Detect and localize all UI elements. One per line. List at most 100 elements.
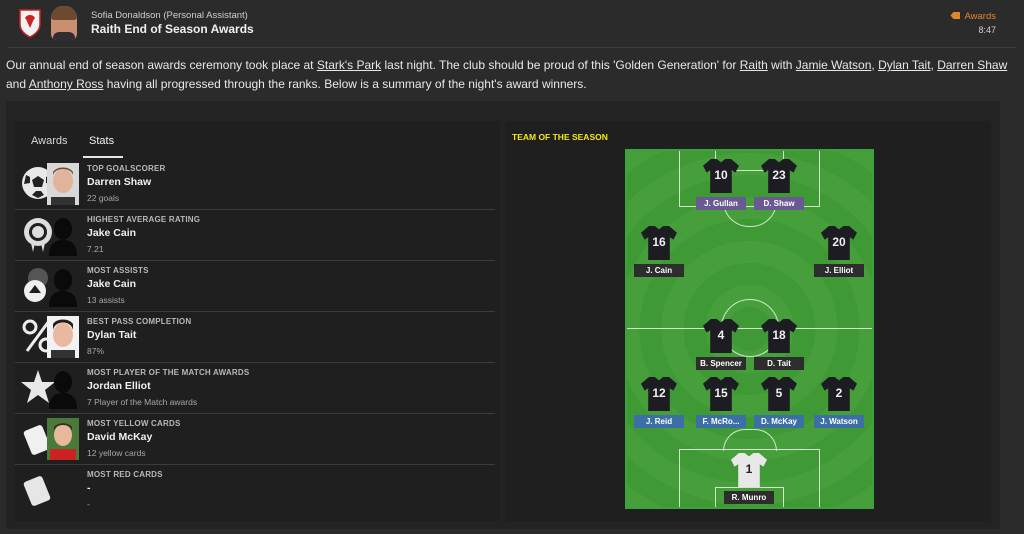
stat-player-name[interactable]: -	[87, 482, 91, 494]
shirt-number: 4	[717, 328, 725, 342]
pitch: 10 J. Gullan 23 D. Shaw 16 J. Cain 20 J. Elliot…	[625, 149, 874, 509]
pitch-player[interactable]: 16 J. Cain	[631, 226, 687, 278]
sender-name: Sofia Donaldson (Personal Assistant)	[91, 10, 248, 21]
player-picture[interactable]	[47, 367, 79, 409]
pitch-player[interactable]: 2 J. Watson	[811, 377, 867, 429]
player-picture[interactable]	[47, 316, 79, 358]
stat-value: 7.21	[87, 244, 104, 254]
stats-list: Top Goalscorer Darren Shaw 22 goals Highest…	[15, 159, 495, 516]
shirt-number: 12	[652, 386, 666, 400]
message-subject: Raith End of Season Awards	[91, 22, 254, 36]
awards-tag-label: Awards	[964, 11, 996, 22]
message-time: 8:47	[978, 25, 996, 35]
intro-text: last night. The club should be proud of …	[381, 58, 740, 72]
pitch-player[interactable]: 5 D. McKay	[751, 377, 807, 429]
stat-player-name[interactable]: Jordan Elliot	[87, 380, 151, 392]
player-link-ross[interactable]: Anthony Ross	[29, 77, 104, 91]
stat-row[interactable]: Most Red Cards - -	[15, 465, 495, 516]
player-name-label[interactable]: D. Tait	[754, 357, 804, 370]
shirt-icon: 23	[761, 159, 797, 193]
player-picture[interactable]	[47, 163, 79, 205]
shirt-number: 15	[714, 386, 728, 400]
intro-text: with	[767, 58, 796, 72]
intro-text: and	[6, 77, 29, 91]
pitch-player[interactable]: 12 J. Reid	[631, 377, 687, 429]
stat-category: Most Red Cards	[87, 470, 163, 479]
player-name-label[interactable]: D. Shaw	[754, 197, 804, 210]
stat-category: Most Assists	[87, 266, 149, 275]
stat-value: 13 assists	[87, 295, 125, 305]
pitch-player[interactable]: 10 J. Gullan	[693, 159, 749, 211]
stat-category: Most Player of the Match Awards	[87, 368, 250, 377]
intro-text: having all progressed through the ranks.…	[103, 77, 587, 91]
team-of-season-title: TEAM OF THE SEASON	[512, 132, 608, 142]
player-name-label[interactable]: J. Reid	[634, 415, 684, 428]
sender-avatar	[51, 6, 77, 40]
tag-icon	[950, 12, 961, 19]
player-name-label[interactable]: F. McRo...	[696, 415, 746, 428]
stat-row[interactable]: Best Pass Completion Dylan Tait 87%	[15, 312, 495, 363]
tab-stats[interactable]: Stats	[89, 135, 114, 147]
shirt-number: 2	[835, 386, 843, 400]
bottom-penalty-arc	[723, 429, 777, 451]
stat-value: -	[87, 499, 90, 509]
shirt-icon: 15	[703, 377, 739, 411]
stat-player-name[interactable]: Dylan Tait	[87, 329, 136, 341]
pitch-player[interactable]: 23 D. Shaw	[751, 159, 807, 211]
shirt-icon: 4	[703, 319, 739, 353]
player-picture[interactable]	[47, 265, 79, 307]
pitch-player[interactable]: 15 F. McRo...	[693, 377, 749, 429]
player-name-label[interactable]: J. Cain	[634, 264, 684, 277]
tab-awards[interactable]: Awards	[31, 135, 67, 147]
player-link-tait[interactable]: Dylan Tait	[878, 58, 930, 72]
stat-row[interactable]: Most Yellow Cards David McKay 12 yellow ca…	[15, 414, 495, 465]
stat-player-name[interactable]: Jake Cain	[87, 227, 136, 239]
player-link-watson[interactable]: Jamie Watson	[796, 58, 872, 72]
shirt-number: 5	[775, 386, 783, 400]
shirt-number: 20	[832, 235, 846, 249]
divider	[8, 47, 1016, 48]
shirt-icon: 1	[731, 453, 767, 487]
stat-row[interactable]: Most Assists Jake Cain 13 assists	[15, 261, 495, 312]
player-picture[interactable]	[47, 418, 79, 460]
shirt-number: 18	[772, 328, 786, 342]
stat-value: 87%	[87, 346, 105, 356]
awards-tag[interactable]: Awards	[950, 11, 996, 22]
stat-row[interactable]: Highest Average Rating Jake Cain 7.21	[15, 210, 495, 261]
player-name-label[interactable]: R. Munro	[724, 491, 774, 504]
pitch-player[interactable]: 4 B. Spencer	[693, 319, 749, 371]
player-name-label[interactable]: B. Spencer	[696, 357, 746, 370]
shirt-icon: 18	[761, 319, 797, 353]
stat-category: Most Yellow Cards	[87, 419, 181, 428]
player-name-label[interactable]: J. Watson	[814, 415, 864, 428]
pitch-player[interactable]: 18 D. Tait	[751, 319, 807, 371]
shirt-number: 16	[652, 235, 666, 249]
team-of-season-card: TEAM OF THE SEASON 10 J. Gullan 23 D. Shaw 1…	[505, 121, 990, 521]
stat-category: Best Pass Completion	[87, 317, 192, 326]
stadium-link[interactable]: Stark's Park	[317, 58, 381, 72]
player-name-label[interactable]: J. Elliot	[814, 264, 864, 277]
stat-player-name[interactable]: Jake Cain	[87, 278, 136, 290]
player-picture[interactable]	[47, 214, 79, 256]
stat-player-name[interactable]: David McKay	[87, 431, 152, 443]
shirt-number: 1	[745, 462, 753, 476]
player-link-shaw[interactable]: Darren Shaw	[937, 58, 1007, 72]
shirt-icon: 12	[641, 377, 677, 411]
stat-row[interactable]: Most Player of the Match Awards Jordan El…	[15, 363, 495, 414]
message-body: Our annual end of season awards ceremony…	[6, 56, 1018, 94]
player-name-label[interactable]: D. McKay	[754, 415, 804, 428]
shirt-icon: 10	[703, 159, 739, 193]
stat-value: 7 Player of the Match awards	[87, 397, 198, 407]
awards-tabs: Awards Stats	[15, 121, 500, 159]
stat-value: 22 goals	[87, 193, 120, 203]
player-name-label[interactable]: J. Gullan	[696, 197, 746, 210]
club-crest-icon	[19, 9, 41, 38]
shirt-icon: 5	[761, 377, 797, 411]
message-header: Sofia Donaldson (Personal Assistant) Rai…	[0, 0, 1024, 46]
pitch-player[interactable]: 20 J. Elliot	[811, 226, 867, 278]
stat-category: Top Goalscorer	[87, 164, 166, 173]
stat-player-name[interactable]: Darren Shaw	[87, 176, 151, 188]
pitch-player[interactable]: 1 R. Munro	[721, 453, 777, 505]
club-link[interactable]: Raith	[740, 58, 768, 72]
stat-row[interactable]: Top Goalscorer Darren Shaw 22 goals	[15, 159, 495, 210]
